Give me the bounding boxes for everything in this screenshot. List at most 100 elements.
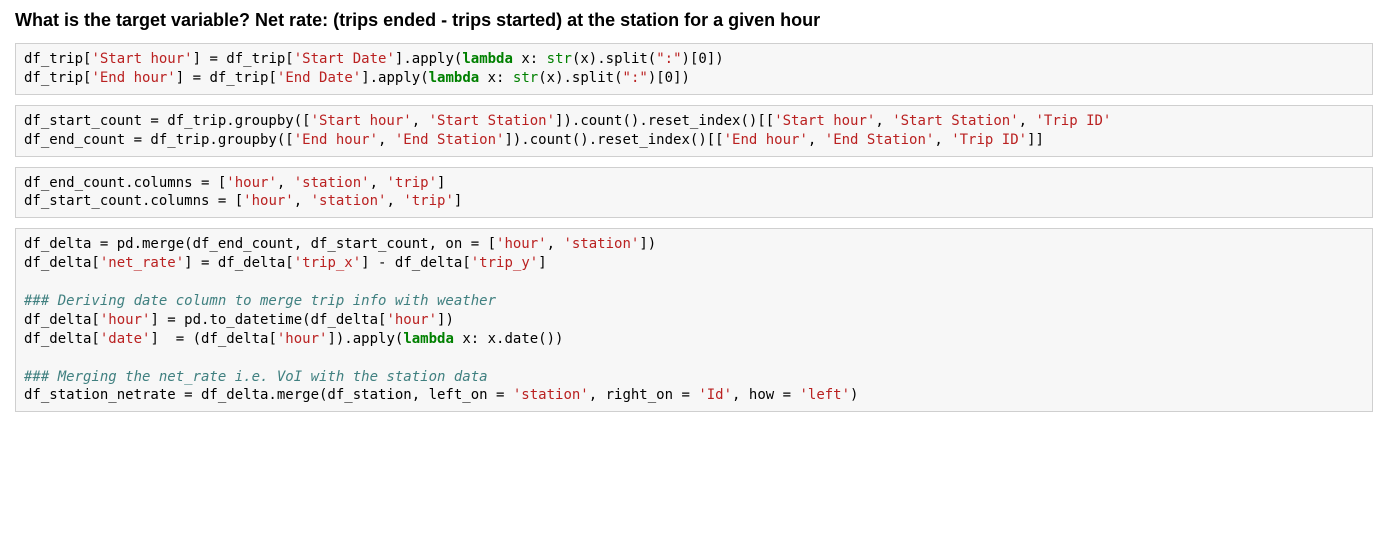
code-token: lambda [403,331,454,347]
code-token: str [547,51,572,67]
code-token: 'trip' [403,193,454,209]
code-token: 'End hour' [724,132,808,148]
code-token: 'station' [563,236,639,252]
code-token: )[ [682,51,699,67]
code-token: , [294,193,311,209]
code-token: , [378,132,395,148]
code-token: , [412,113,429,129]
code-token: x: [479,70,513,86]
code-token: ] = df_trip[ [176,70,277,86]
code-cell-1: df_trip['Start hour'] = df_trip['Start D… [15,43,1373,95]
code-token: 'hour' [277,331,328,347]
code-token: , right_on = [589,387,699,403]
code-token: , [1019,113,1036,129]
code-cell-3: df_end_count.columns = ['hour', 'station… [15,167,1373,219]
code-token: 'End Station' [825,132,935,148]
code-token: 'Start Station' [429,113,555,129]
code-token: 'End Date' [277,70,361,86]
code-token: ":" [623,70,648,86]
code-block: df_end_count.columns = ['hour', 'station… [24,174,1364,212]
code-token: 'End hour' [91,70,175,86]
code-token: 'trip' [386,175,437,191]
code-token: ]) [673,70,690,86]
code-token: df_delta = pd.merge(df_end_count, df_sta… [24,236,496,252]
code-token: ]).count().reset_index()[[ [555,113,774,129]
code-token: df_end_count = df_trip.groupby([ [24,132,294,148]
code-token: ] [454,193,462,209]
code-cell-4: df_delta = pd.merge(df_end_count, df_sta… [15,228,1373,412]
code-token: 'hour' [386,312,437,328]
code-token: lambda [429,70,480,86]
code-token: df_end_count.columns = [ [24,175,226,191]
code-token: (x).split( [572,51,656,67]
code-token: df_start_count.columns = [ [24,193,243,209]
code-token: 'Id' [698,387,732,403]
code-token: , [370,175,387,191]
code-token: ]).count().reset_index()[[ [504,132,723,148]
section-heading: What is the target variable? Net rate: (… [15,10,1373,31]
code-token: ]) [707,51,724,67]
code-token: ":" [656,51,681,67]
code-token: df_station_netrate = df_delta.merge(df_s… [24,387,513,403]
code-token: 'hour' [243,193,294,209]
code-cell-2: df_start_count = df_trip.groupby(['Start… [15,105,1373,157]
code-token: 'station' [311,193,387,209]
code-token: lambda [462,51,513,67]
code-token: ] = (df_delta[ [150,331,276,347]
code-token: 'left' [799,387,850,403]
code-token: ] = df_delta[ [184,255,294,271]
code-token: 'date' [100,331,151,347]
code-token: df_delta[ [24,312,100,328]
code-token: 'station' [294,175,370,191]
code-token: )[ [648,70,665,86]
code-token: 'hour' [496,236,547,252]
code-comment: ### Merging the net_rate i.e. VoI with t… [24,369,488,385]
code-token: df_start_count = df_trip.groupby([ [24,113,311,129]
code-block: df_start_count = df_trip.groupby(['Start… [24,112,1373,150]
code-token: ]) [639,236,656,252]
code-token: 'trip_x' [294,255,361,271]
code-token: ]] [1027,132,1044,148]
code-token: 'Start Date' [294,51,395,67]
code-token: df_delta[ [24,255,100,271]
code-token: df_delta[ [24,331,100,347]
code-token: , how = [732,387,799,403]
code-token: 'Start hour' [311,113,412,129]
code-token: 'Trip ID' [1036,113,1112,129]
code-token: 'trip_y' [471,255,538,271]
code-token: (x).split( [538,70,622,86]
code-token: ] - df_delta[ [361,255,471,271]
code-token: 'net_rate' [100,255,184,271]
code-token: df_trip[ [24,70,91,86]
code-comment: ### Deriving date column to merge trip i… [24,293,496,309]
code-token: ].apply( [361,70,428,86]
code-block: df_trip['Start hour'] = df_trip['Start D… [24,50,1364,88]
code-token: 'hour' [226,175,277,191]
code-token: ) [850,387,858,403]
code-token: ]) [437,312,454,328]
code-token: ] = pd.to_datetime(df_delta[ [150,312,386,328]
code-token: 0 [665,70,673,86]
code-token: , [934,132,951,148]
code-token: 'End Station' [395,132,505,148]
code-token: 'Start Station' [892,113,1018,129]
code-token: 'hour' [100,312,151,328]
code-token: ] [437,175,445,191]
code-token: 0 [698,51,706,67]
code-token: str [513,70,538,86]
code-token: ] [538,255,546,271]
code-token: 'End hour' [294,132,378,148]
code-token: x: [513,51,547,67]
code-token: 'Trip ID' [951,132,1027,148]
code-token: ]).apply( [327,331,403,347]
code-token: , [547,236,564,252]
code-token: , [875,113,892,129]
code-token: x: x.date()) [454,331,564,347]
code-token: ].apply( [395,51,462,67]
code-block: df_delta = pd.merge(df_end_count, df_sta… [24,235,1364,405]
code-token: 'Start hour' [91,51,192,67]
code-token: ] = df_trip[ [193,51,294,67]
code-token: 'Start hour' [774,113,875,129]
code-token: , [386,193,403,209]
code-token: 'station' [513,387,589,403]
